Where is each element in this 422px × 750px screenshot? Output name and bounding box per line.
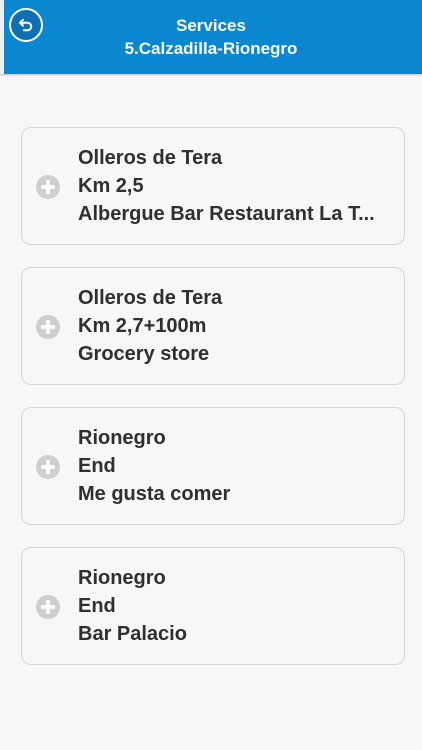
service-item[interactable]: Olleros de Tera Km 2,7+100m Grocery stor…	[21, 267, 405, 385]
plus-circle-icon[interactable]	[36, 595, 60, 619]
service-item-text: Rionegro End Bar Palacio	[78, 564, 390, 648]
service-item-text: Olleros de Tera Km 2,5 Albergue Bar Rest…	[78, 144, 390, 228]
service-item[interactable]: Olleros de Tera Km 2,5 Albergue Bar Rest…	[21, 127, 405, 245]
service-place: Olleros de Tera	[78, 147, 223, 169]
service-location: Km 2,5	[78, 175, 144, 197]
service-place: Rionegro	[78, 427, 166, 449]
header-left-edge	[0, 0, 4, 74]
service-name: Me gusta comer	[78, 483, 231, 505]
plus-circle-icon[interactable]	[36, 175, 60, 199]
page-title: Services	[176, 16, 246, 35]
service-item[interactable]: Rionegro End Me gusta comer	[21, 407, 405, 525]
service-location: Km 2,7+100m	[78, 315, 207, 337]
service-location: End	[78, 455, 116, 477]
plus-circle-icon[interactable]	[36, 455, 60, 479]
service-item[interactable]: Rionegro End Bar Palacio	[21, 547, 405, 665]
service-place: Olleros de Tera	[78, 287, 223, 309]
service-place: Rionegro	[78, 567, 166, 589]
service-name: Bar Palacio	[78, 623, 187, 645]
service-item-text: Olleros de Tera Km 2,7+100m Grocery stor…	[78, 284, 390, 368]
page-subtitle: 5.Calzadilla-Rionegro	[124, 39, 298, 58]
service-item-text: Rionegro End Me gusta comer	[78, 424, 390, 508]
header-bar: Services 5.Calzadilla-Rionegro	[0, 0, 422, 74]
services-list: Olleros de Tera Km 2,5 Albergue Bar Rest…	[21, 127, 405, 687]
service-name: Albergue Bar Restaurant La T...	[78, 203, 375, 225]
service-location: End	[78, 595, 116, 617]
plus-circle-icon[interactable]	[36, 315, 60, 339]
service-name: Grocery store	[78, 343, 210, 365]
